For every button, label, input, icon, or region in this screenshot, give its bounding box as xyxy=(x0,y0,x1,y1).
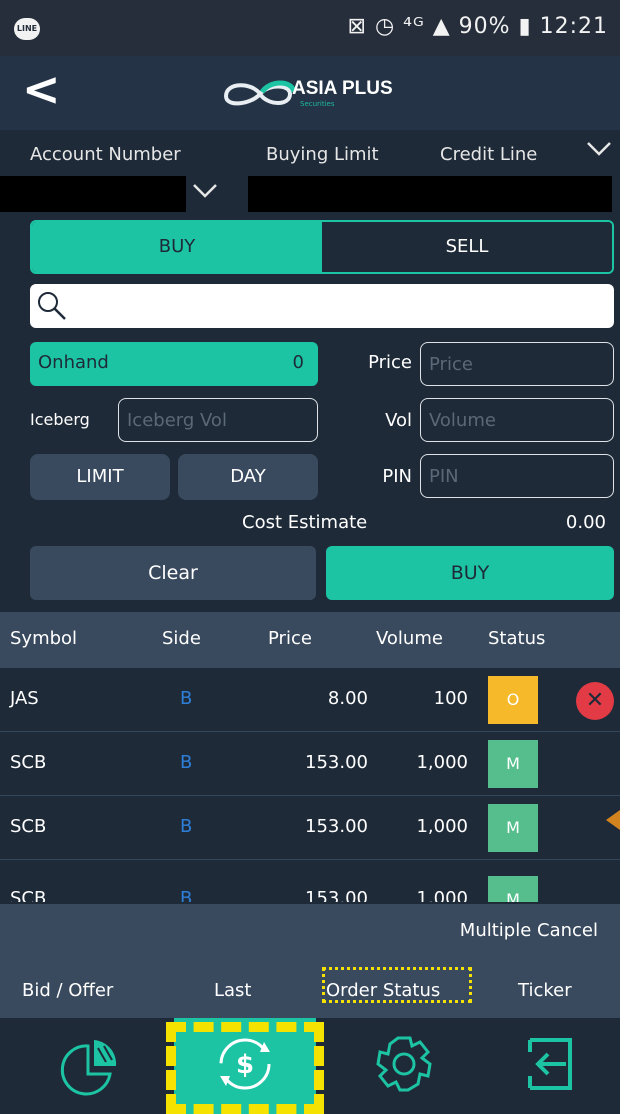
pin-field xyxy=(420,454,614,498)
status-badge: M xyxy=(488,804,538,852)
iceberg-field xyxy=(118,398,318,442)
pin-label: PIN xyxy=(382,466,412,487)
tab-buy[interactable]: BUY xyxy=(32,222,322,272)
tab-last[interactable]: Last xyxy=(214,980,252,1001)
credit-line-chevron-down-icon[interactable] xyxy=(586,140,612,158)
buy-submit-button[interactable]: BUY xyxy=(326,546,614,600)
price-input[interactable] xyxy=(421,343,613,385)
table-row[interactable]: SCB B 153.00 1,000 M xyxy=(0,796,620,860)
tab-ticker[interactable]: Ticker xyxy=(518,980,572,1001)
row-price: 153.00 xyxy=(305,816,368,837)
col-status: Status xyxy=(488,628,546,649)
row-symbol: JAS xyxy=(10,688,39,709)
row-volume: 100 xyxy=(433,688,468,709)
settings-gear-icon xyxy=(376,1036,432,1092)
pin-input[interactable] xyxy=(421,455,613,497)
volume-input[interactable] xyxy=(421,399,613,441)
credit-line-label: Credit Line xyxy=(440,144,538,165)
multiple-cancel-bar: Multiple Cancel xyxy=(0,904,620,960)
onhand-value: 0 xyxy=(292,352,304,373)
account-number-label: Account Number xyxy=(30,144,181,165)
col-volume: Volume xyxy=(376,628,443,649)
cost-estimate-label: Cost Estimate xyxy=(242,512,368,533)
clear-button[interactable]: Clear xyxy=(30,546,316,600)
row-side: B xyxy=(180,816,193,837)
row-side: B xyxy=(180,688,193,709)
nav-logout[interactable] xyxy=(488,1018,612,1114)
price-field xyxy=(420,342,614,386)
day-button[interactable]: DAY xyxy=(178,454,318,500)
cost-estimate-value: 0.00 xyxy=(565,512,606,533)
status-badge: O xyxy=(488,676,538,724)
row-price: 8.00 xyxy=(327,688,368,709)
line-app-icon: LINE xyxy=(14,18,40,40)
vol-label: Vol xyxy=(385,410,412,431)
asia-plus-logo: ASIA PLUS Securities xyxy=(218,74,438,114)
symbol-search-input[interactable] xyxy=(74,290,604,322)
orders-table-header: Symbol Side Price Volume Status xyxy=(0,612,620,668)
row-price: 153.00 xyxy=(305,752,368,773)
buying-limit-value-redacted xyxy=(248,176,612,212)
row-symbol: SCB xyxy=(10,752,47,773)
app-screen: LINE ⊠ ◷ ⁴ᴳ ▲ 90% ▮ 12:21 < ASIA PLUS Se… xyxy=(0,0,620,1114)
col-side: Side xyxy=(162,628,201,649)
row-symbol: SCB xyxy=(10,888,47,902)
cancel-order-icon[interactable]: ✕ xyxy=(576,682,614,720)
col-price: Price xyxy=(268,628,312,649)
price-label: Price xyxy=(368,352,412,373)
buying-limit-label: Buying Limit xyxy=(266,144,379,165)
symbol-search-box xyxy=(30,284,614,328)
iceberg-vol-input[interactable] xyxy=(119,399,317,441)
account-number-value-redacted xyxy=(0,176,186,212)
logo-swoosh-icon xyxy=(223,80,297,106)
row-symbol: SCB xyxy=(10,816,47,837)
nav-portfolio[interactable] xyxy=(30,1018,154,1114)
orders-list[interactable]: JAS B 8.00 100 O ✕ SCB B 153.00 1,000 M … xyxy=(0,668,620,902)
trade-nav-highlight xyxy=(166,1022,324,1114)
status-badge: M xyxy=(488,740,538,788)
logo-subtitle: Securities xyxy=(300,100,335,108)
table-row[interactable]: JAS B 8.00 100 O ✕ xyxy=(0,668,620,732)
col-symbol: Symbol xyxy=(10,628,78,649)
back-chevron-icon[interactable]: < xyxy=(22,64,61,114)
status-indicators: ⊠ ◷ ⁴ᴳ ▲ 90% ▮ 12:21 xyxy=(347,14,608,39)
tab-sell[interactable]: SELL xyxy=(322,222,612,272)
scroll-indicator-arrow-icon xyxy=(606,810,620,830)
account-section: Account Number Buying Limit Credit Line xyxy=(0,130,620,214)
buy-sell-toggle: BUY SELL xyxy=(30,220,614,274)
onhand-box: Onhand 0 xyxy=(30,342,318,386)
table-row[interactable]: SCB B 153.00 1,000 M xyxy=(0,868,620,902)
search-icon xyxy=(38,292,66,320)
nav-settings[interactable] xyxy=(342,1018,466,1114)
portfolio-pie-icon xyxy=(60,1040,117,1096)
logout-icon xyxy=(528,1038,572,1090)
volume-field xyxy=(420,398,614,442)
tab-bid-offer[interactable]: Bid / Offer xyxy=(22,980,113,1001)
table-row[interactable]: SCB B 153.00 1,000 M xyxy=(0,732,620,796)
sub-tab-bar: Bid / Offer Last Order Status Ticker xyxy=(0,960,620,1018)
onhand-label: Onhand xyxy=(38,352,109,373)
order-status-highlight xyxy=(322,967,472,1003)
iceberg-label: Iceberg xyxy=(30,410,90,429)
row-volume: 1,000 xyxy=(416,888,468,902)
status-bar: LINE ⊠ ◷ ⁴ᴳ ▲ 90% ▮ 12:21 xyxy=(0,0,620,56)
account-chevron-down-icon[interactable] xyxy=(192,182,218,200)
status-badge: M xyxy=(488,876,538,902)
limit-button[interactable]: LIMIT xyxy=(30,454,170,500)
multiple-cancel-button[interactable]: Multiple Cancel xyxy=(460,920,598,941)
logo-text: ASIA PLUS xyxy=(292,78,393,99)
row-price: 153.00 xyxy=(305,888,368,902)
row-side: B xyxy=(180,888,193,902)
row-volume: 1,000 xyxy=(416,752,468,773)
row-volume: 1,000 xyxy=(416,816,468,837)
app-header: < ASIA PLUS Securities xyxy=(0,56,620,130)
row-side: B xyxy=(180,752,193,773)
